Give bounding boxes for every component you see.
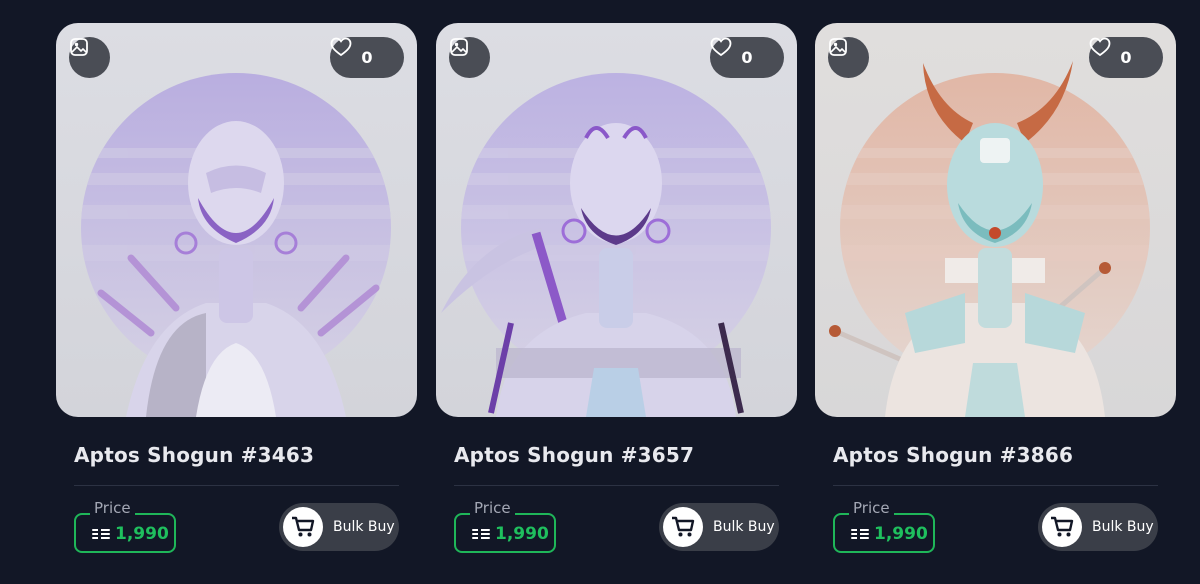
like-button[interactable]: 0 xyxy=(1089,37,1163,78)
image-view-button[interactable] xyxy=(449,37,490,78)
heart-icon xyxy=(710,37,732,57)
image-icon xyxy=(70,38,88,56)
like-button[interactable]: 0 xyxy=(330,37,404,78)
nft-artwork xyxy=(829,61,1150,417)
cart-icon xyxy=(672,516,695,537)
aptos-currency-icon xyxy=(851,528,869,540)
price-label: Price xyxy=(470,499,515,517)
aptos-currency-icon xyxy=(472,528,490,540)
image-view-button[interactable] xyxy=(828,37,869,78)
price-box: Price 1,990 xyxy=(454,499,556,553)
nft-artwork xyxy=(441,73,771,417)
price-value: 1,990 xyxy=(472,524,549,544)
aptos-currency-icon xyxy=(92,528,110,540)
nft-image[interactable]: 0 xyxy=(56,23,417,417)
price-label: Price xyxy=(849,499,894,517)
nft-artwork xyxy=(81,73,391,417)
bulk-buy-button[interactable]: Bulk Buy xyxy=(279,503,399,551)
nft-card-3657[interactable]: 0 Aptos Shogun #3657 Price 1,990 Bulk Bu… xyxy=(436,23,797,584)
price-label: Price xyxy=(90,499,135,517)
cart-icon xyxy=(292,516,315,537)
nft-title[interactable]: Aptos Shogun #3657 xyxy=(454,443,694,467)
bulk-buy-label: Bulk Buy xyxy=(1092,519,1154,535)
bulk-buy-button[interactable]: Bulk Buy xyxy=(659,503,779,551)
like-count: 0 xyxy=(361,48,373,67)
cart-icon xyxy=(1051,516,1074,537)
divider xyxy=(454,485,779,486)
like-button[interactable]: 0 xyxy=(710,37,784,78)
image-icon xyxy=(829,38,847,56)
price-value: 1,990 xyxy=(92,524,169,544)
nft-title[interactable]: Aptos Shogun #3866 xyxy=(833,443,1073,467)
bulk-icon-circle xyxy=(283,507,323,547)
nft-title[interactable]: Aptos Shogun #3463 xyxy=(74,443,314,467)
divider xyxy=(833,485,1158,486)
nft-image[interactable]: 0 xyxy=(815,23,1176,417)
bulk-buy-label: Bulk Buy xyxy=(713,519,775,535)
image-view-button[interactable] xyxy=(69,37,110,78)
price-box: Price 1,990 xyxy=(74,499,176,553)
bulk-icon-circle xyxy=(663,507,703,547)
bulk-icon-circle xyxy=(1042,507,1082,547)
price-amount: 1,990 xyxy=(115,524,169,544)
image-icon xyxy=(450,38,468,56)
nft-card-3463[interactable]: 0 Aptos Shogun #3463 Price 1,990 Bulk Bu… xyxy=(56,23,417,584)
heart-icon xyxy=(1089,37,1111,57)
nft-image[interactable]: 0 xyxy=(436,23,797,417)
price-amount: 1,990 xyxy=(874,524,928,544)
price-amount: 1,990 xyxy=(495,524,549,544)
like-count: 0 xyxy=(1120,48,1132,67)
bulk-buy-button[interactable]: Bulk Buy xyxy=(1038,503,1158,551)
price-value: 1,990 xyxy=(851,524,928,544)
like-count: 0 xyxy=(741,48,753,67)
price-box: Price 1,990 xyxy=(833,499,935,553)
bulk-buy-label: Bulk Buy xyxy=(333,519,395,535)
divider xyxy=(74,485,399,486)
nft-card-3866[interactable]: 0 Aptos Shogun #3866 Price 1,990 Bulk Bu… xyxy=(815,23,1176,584)
heart-icon xyxy=(330,37,352,57)
